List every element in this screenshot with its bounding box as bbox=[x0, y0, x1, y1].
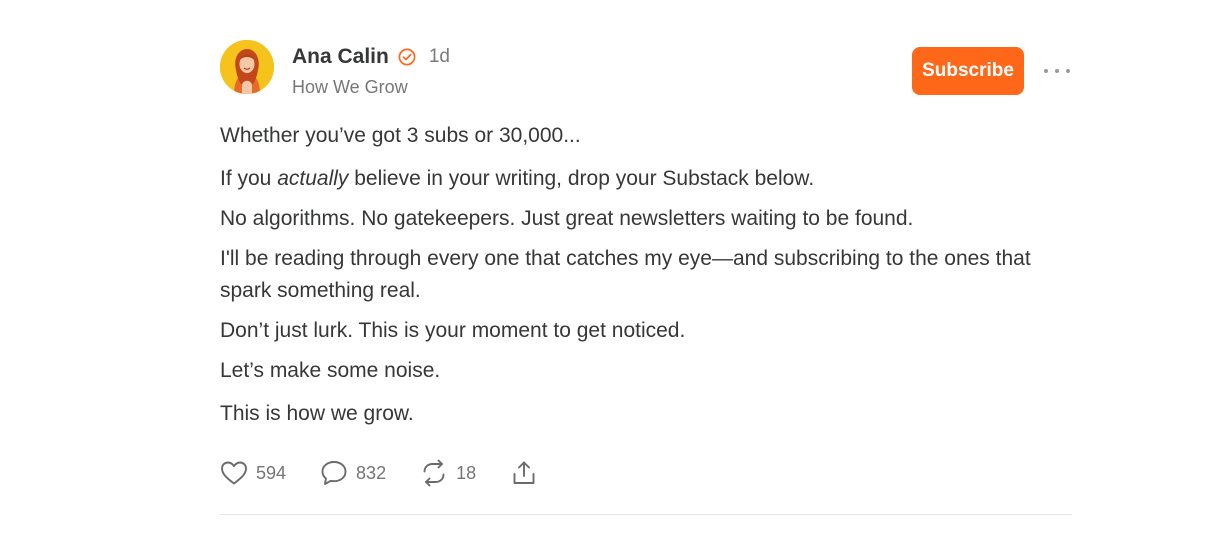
post-paragraph: If you actually believe in your writing,… bbox=[220, 163, 1060, 195]
subscribe-button[interactable]: Subscribe bbox=[912, 47, 1024, 95]
comment-count: 832 bbox=[356, 462, 387, 483]
post-timestamp[interactable]: 1d bbox=[429, 46, 450, 68]
restack-button[interactable]: 18 bbox=[420, 459, 476, 487]
verified-check-icon bbox=[398, 48, 416, 66]
avatar[interactable] bbox=[220, 40, 274, 94]
post-paragraph: I'll be reading through every one that c… bbox=[220, 247, 1031, 302]
divider bbox=[220, 514, 1072, 515]
comment-bubble-icon bbox=[320, 459, 348, 487]
author-name[interactable]: Ana Calin bbox=[292, 45, 389, 69]
post-paragraph: This is how we grow. bbox=[220, 402, 414, 425]
post-paragraph: Let’s make some noise. bbox=[220, 359, 441, 382]
avatar-portrait bbox=[220, 40, 274, 94]
post-text: believe in your writing, drop your Subst… bbox=[348, 167, 815, 190]
restack-arrows-icon bbox=[420, 459, 448, 487]
share-icon bbox=[510, 459, 538, 487]
post-paragraph: Don’t just lurk. This is your moment to … bbox=[220, 319, 686, 342]
comment-button[interactable]: 832 bbox=[320, 459, 386, 487]
post-actions: 594 832 18 bbox=[220, 456, 572, 490]
note-post: Ana Calin 1d How We Grow Subscribe Wheth… bbox=[220, 40, 1072, 515]
post-emphasis: actually bbox=[277, 167, 349, 190]
post-paragraph: No algorithms. No gatekeepers. Just grea… bbox=[220, 207, 914, 230]
ellipsis-dot bbox=[1055, 69, 1059, 73]
like-button[interactable]: 594 bbox=[220, 460, 286, 486]
post-header: Ana Calin 1d How We Grow Subscribe bbox=[220, 40, 1072, 98]
author-block: Ana Calin 1d How We Grow bbox=[292, 42, 450, 98]
ellipsis-icon[interactable] bbox=[1044, 60, 1070, 82]
heart-icon bbox=[220, 460, 248, 486]
share-button[interactable] bbox=[510, 459, 538, 487]
restack-count: 18 bbox=[456, 462, 477, 483]
ellipsis-dot bbox=[1066, 69, 1070, 73]
post-body: Whether you’ve got 3 subs or 30,000... I… bbox=[220, 120, 1060, 438]
like-count: 594 bbox=[256, 462, 287, 483]
post-paragraph: Whether you’ve got 3 subs or 30,000... bbox=[220, 124, 581, 147]
author-line: Ana Calin 1d bbox=[292, 42, 450, 72]
ellipsis-dot bbox=[1044, 69, 1048, 73]
post-text: If you bbox=[220, 167, 278, 190]
publication-name[interactable]: How We Grow bbox=[292, 77, 450, 98]
